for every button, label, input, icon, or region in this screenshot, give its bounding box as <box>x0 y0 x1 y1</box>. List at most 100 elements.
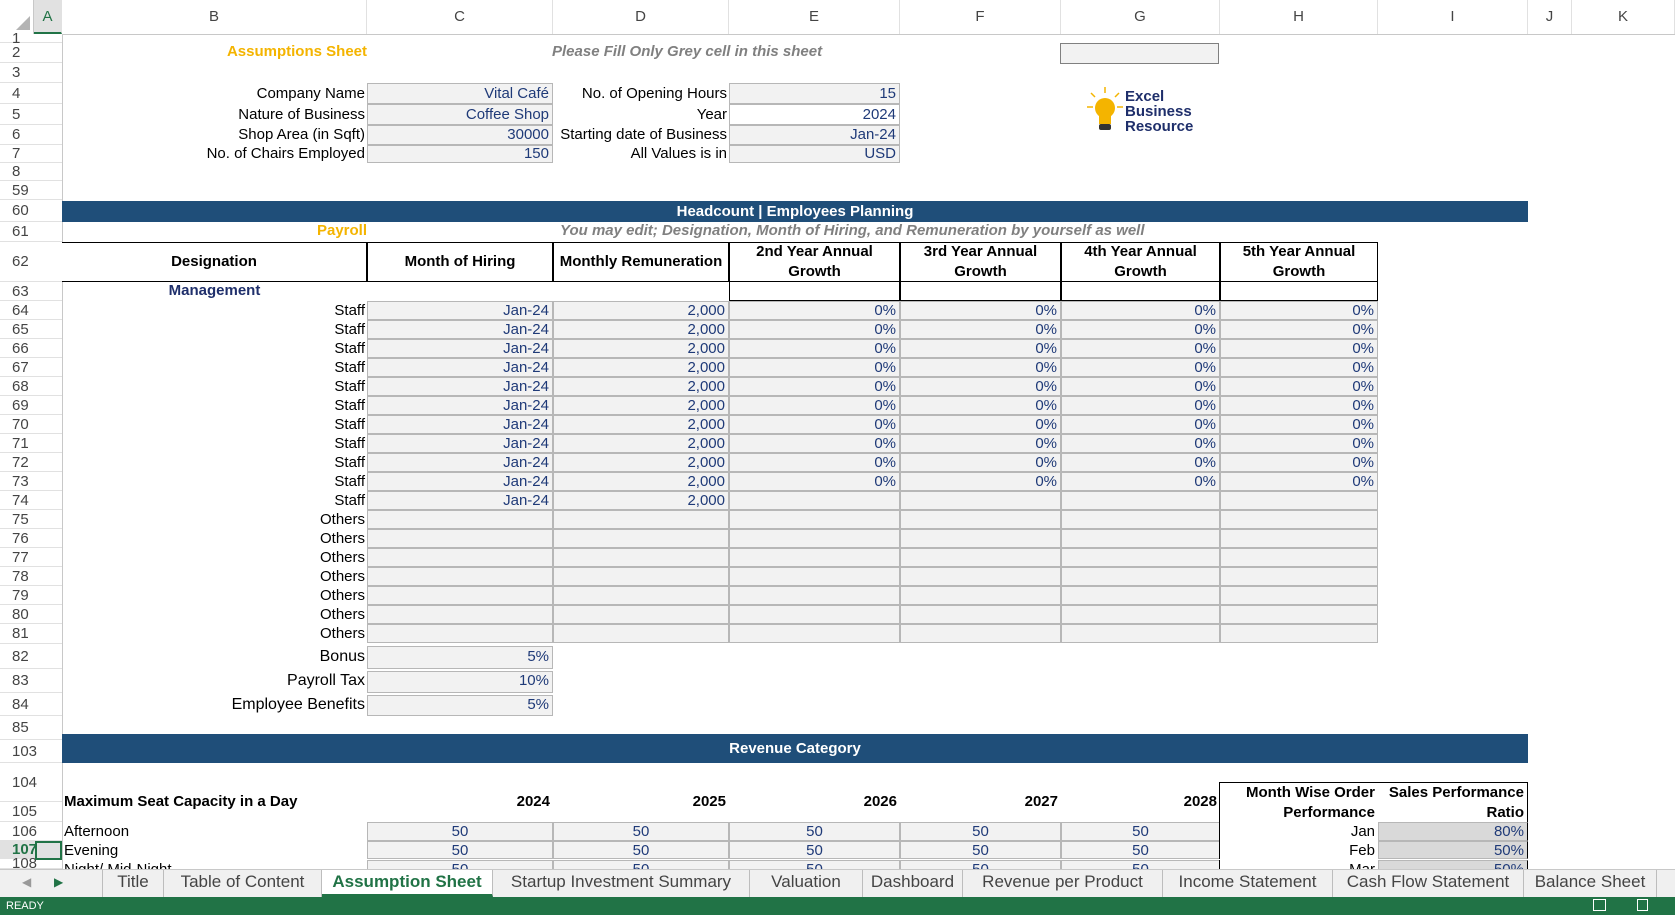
hiring-month-cell[interactable]: Jan-24 <box>367 453 553 472</box>
sheet-tab-title[interactable]: Title <box>102 870 164 897</box>
growth-cell-g4[interactable]: 0% <box>1061 320 1220 339</box>
row-header-60[interactable]: 60 <box>0 200 62 222</box>
column-header-b[interactable]: B <box>62 0 367 34</box>
info-right-value-0[interactable]: 15 <box>729 83 900 104</box>
designation-cell[interactable]: Staff <box>62 320 367 339</box>
column-header-a[interactable]: A <box>34 0 62 34</box>
row-header-69[interactable]: 69 <box>0 396 62 415</box>
capacity-cell[interactable]: 50 <box>553 841 729 859</box>
growth-cell-g5[interactable]: 0% <box>1220 339 1378 358</box>
growth-cell-g4[interactable]: 0% <box>1061 301 1220 320</box>
capacity-cell[interactable]: 50 <box>553 822 729 841</box>
growth-cell-g2[interactable] <box>729 529 900 548</box>
tab-scroll-right-icon[interactable]: ▶ <box>54 875 63 889</box>
designation-cell[interactable]: Staff <box>62 415 367 434</box>
growth-cell-g5[interactable]: 0% <box>1220 415 1378 434</box>
row-header-8[interactable]: 8 <box>0 163 62 181</box>
remuneration-cell[interactable] <box>553 567 729 586</box>
row-header-73[interactable]: 73 <box>0 472 62 491</box>
hiring-month-cell[interactable]: Jan-24 <box>367 415 553 434</box>
sheet-tab-balance-sheet[interactable]: Balance Sheet <box>1524 870 1657 897</box>
column-header-c[interactable]: C <box>367 0 553 34</box>
growth-cell-g4[interactable] <box>1061 605 1220 624</box>
growth-cell-g4[interactable]: 0% <box>1061 453 1220 472</box>
growth-cell-g3[interactable]: 0% <box>900 415 1061 434</box>
row-header-105[interactable]: 105 <box>0 802 62 822</box>
growth-cell-g5[interactable] <box>1220 586 1378 605</box>
remuneration-cell[interactable]: 2,000 <box>553 415 729 434</box>
column-header-i[interactable]: I <box>1378 0 1528 34</box>
row-header-2[interactable]: 2 <box>0 43 62 63</box>
remuneration-cell[interactable]: 2,000 <box>553 434 729 453</box>
info-value-3[interactable]: 150 <box>367 145 553 163</box>
growth-cell-g3[interactable]: 0% <box>900 453 1061 472</box>
growth-cell-g2[interactable] <box>729 624 900 643</box>
growth-cell-g2[interactable]: 0% <box>729 453 900 472</box>
select-all-corner[interactable] <box>0 0 34 34</box>
remuneration-cell[interactable]: 2,000 <box>553 301 729 320</box>
info-value-0[interactable]: Vital Café <box>367 83 553 104</box>
growth-cell-g5[interactable]: 0% <box>1220 301 1378 320</box>
growth-cell-g2[interactable]: 0% <box>729 396 900 415</box>
growth-cell-g5[interactable]: 0% <box>1220 377 1378 396</box>
hiring-month-cell[interactable]: Jan-24 <box>367 491 553 510</box>
sheet-tab-cash-flow-statement[interactable]: Cash Flow Statement <box>1333 870 1524 897</box>
growth-cell-g5[interactable]: 0% <box>1220 453 1378 472</box>
hiring-month-cell[interactable]: Jan-24 <box>367 358 553 377</box>
growth-cell-g3[interactable]: 0% <box>900 434 1061 453</box>
column-header-g[interactable]: G <box>1061 0 1220 34</box>
growth-cell-g2[interactable]: 0% <box>729 377 900 396</box>
growth-cell-g5[interactable] <box>1220 510 1378 529</box>
growth-cell-g2[interactable]: 0% <box>729 320 900 339</box>
growth-cell-g2[interactable] <box>729 605 900 624</box>
row-header-103[interactable]: 103 <box>0 740 62 763</box>
row-header-67[interactable]: 67 <box>0 358 62 377</box>
active-cell-cursor[interactable] <box>35 841 62 860</box>
growth-cell-g2[interactable] <box>729 567 900 586</box>
growth-cell-g5[interactable] <box>1220 605 1378 624</box>
growth-cell-g2[interactable]: 0% <box>729 472 900 491</box>
hiring-month-cell[interactable]: Jan-24 <box>367 301 553 320</box>
growth-cell-g5[interactable]: 0% <box>1220 472 1378 491</box>
remuneration-cell[interactable] <box>553 586 729 605</box>
growth-cell-g4[interactable] <box>1061 529 1220 548</box>
payroll-extra-value-1[interactable]: 10% <box>367 671 553 693</box>
info-value-2[interactable]: 30000 <box>367 125 553 145</box>
column-header-e[interactable]: E <box>729 0 900 34</box>
growth-cell-g3[interactable]: 0% <box>900 358 1061 377</box>
hiring-month-cell[interactable] <box>367 567 553 586</box>
growth-cell-g3[interactable]: 0% <box>900 377 1061 396</box>
growth-cell-g2[interactable]: 0% <box>729 434 900 453</box>
growth-cell-g4[interactable]: 0% <box>1061 415 1220 434</box>
growth-cell-g4[interactable] <box>1061 510 1220 529</box>
growth-cell-g2[interactable]: 0% <box>729 358 900 377</box>
designation-cell[interactable]: Staff <box>62 472 367 491</box>
remuneration-cell[interactable] <box>553 624 729 643</box>
designation-cell[interactable]: Staff <box>62 396 367 415</box>
row-header-72[interactable]: 72 <box>0 453 62 472</box>
growth-cell-g3[interactable] <box>900 510 1061 529</box>
growth-cell-g2[interactable] <box>729 491 900 510</box>
growth-cell-g4[interactable] <box>1061 548 1220 567</box>
growth-cell-g3[interactable]: 0% <box>900 320 1061 339</box>
growth-cell-g3[interactable]: 0% <box>900 339 1061 358</box>
growth-cell-g5[interactable] <box>1220 548 1378 567</box>
row-header-62[interactable]: 62 <box>0 242 62 282</box>
column-header-k[interactable]: K <box>1572 0 1675 34</box>
capacity-cell[interactable]: 50 <box>729 841 900 859</box>
row-header-76[interactable]: 76 <box>0 529 62 548</box>
growth-cell-g4[interactable]: 0% <box>1061 377 1220 396</box>
row-header-83[interactable]: 83 <box>0 669 62 693</box>
designation-cell[interactable]: Others <box>62 586 367 605</box>
remuneration-cell[interactable]: 2,000 <box>553 491 729 510</box>
remuneration-cell[interactable]: 2,000 <box>553 453 729 472</box>
payroll-extra-value-0[interactable]: 5% <box>367 646 553 669</box>
page-layout-view-icon[interactable] <box>1637 899 1648 911</box>
growth-cell-g5[interactable] <box>1220 491 1378 510</box>
growth-cell-g4[interactable]: 0% <box>1061 358 1220 377</box>
hiring-month-cell[interactable]: Jan-24 <box>367 320 553 339</box>
capacity-cell[interactable]: 50 <box>1061 822 1220 841</box>
growth-cell-g3[interactable] <box>900 567 1061 586</box>
growth-cell-g5[interactable]: 0% <box>1220 358 1378 377</box>
capacity-cell[interactable]: 50 <box>729 822 900 841</box>
